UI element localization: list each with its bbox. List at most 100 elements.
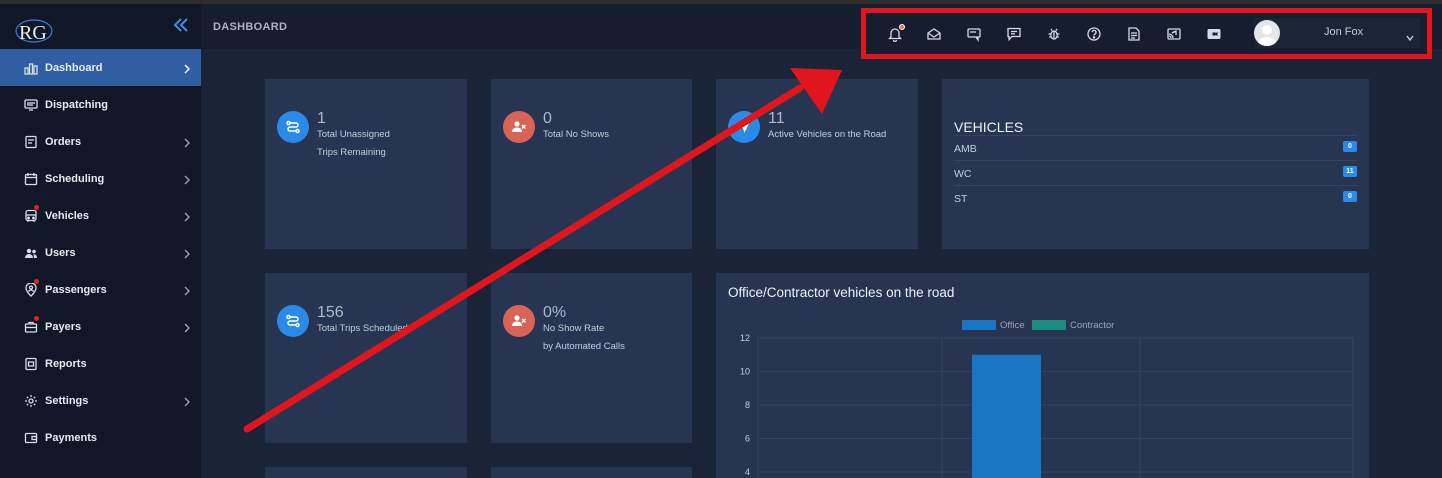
chat-icon[interactable]: [1006, 26, 1022, 42]
stat-sublabel: Trips Remaining: [317, 147, 386, 158]
notification-dot: [34, 316, 39, 321]
sidebar-item-label: Reports: [45, 357, 87, 370]
report-icon: [24, 357, 38, 371]
mail-open-icon[interactable]: [926, 26, 942, 42]
sidebar-item-vehicles[interactable]: Vehicles: [0, 197, 201, 234]
stat-card: 0 Total No Shows: [491, 79, 692, 249]
sidebar: RG Dashboard Dispatching Orders Scheduling V…: [0, 4, 201, 478]
vehicle-type: AMB: [954, 143, 977, 155]
chevron-right-icon: [183, 172, 191, 185]
chevron-down-icon[interactable]: [1406, 29, 1414, 42]
chevron-right-icon: [183, 209, 191, 222]
bar-office[interactable]: [972, 354, 1041, 478]
sidebar-item-settings[interactable]: Settings: [0, 382, 201, 419]
sidebar-item-label: Vehicles: [45, 209, 90, 222]
legend-label: Contractor: [1070, 320, 1114, 331]
vehicle-row: WC 11: [954, 160, 1357, 185]
ticket-icon[interactable]: [966, 26, 982, 43]
legend-swatch-contractor[interactable]: [1032, 320, 1066, 330]
top-header: DASHBOARD Jon Fox: [201, 4, 1442, 59]
briefcase-icon: [24, 320, 38, 334]
page-title: DASHBOARD: [213, 21, 288, 33]
users-icon: [24, 246, 38, 260]
stat-value: 1: [317, 110, 326, 127]
chevron-right-icon: [183, 320, 191, 333]
partial-card: [265, 467, 467, 478]
vehicle-type: WC: [954, 168, 972, 180]
user-menu[interactable]: Jon Fox: [1254, 18, 1420, 48]
route-icon: [277, 305, 309, 337]
stat-label: Active Vehicles on the Road: [768, 129, 887, 140]
stat-card: 11 Active Vehicles on the Road: [716, 79, 918, 249]
stat-card: 1 Total Unassigned Trips Remaining: [265, 79, 467, 249]
stat-value: 0%: [543, 304, 567, 321]
note-icon[interactable]: [1126, 26, 1142, 42]
user-x-icon: [503, 111, 535, 143]
navigation-icon: [728, 111, 760, 143]
stat-label: Total Trips Scheduled: [317, 323, 408, 334]
sidebar-item-passengers[interactable]: Passengers: [0, 271, 201, 308]
bell-icon[interactable]: [887, 24, 905, 43]
sidebar-item-label: Orders: [45, 135, 82, 148]
stat-label: Total No Shows: [543, 129, 610, 140]
vehicle-row: ST 0: [954, 185, 1357, 210]
sidebar-item-users[interactable]: Users: [0, 234, 201, 271]
legend-swatch-office[interactable]: [962, 320, 996, 330]
sidebar-item-scheduling[interactable]: Scheduling: [0, 160, 201, 197]
vehicles-title: VEHICLES: [954, 119, 1024, 135]
vehicle-count-badge: 0: [1343, 141, 1357, 152]
sidebar-item-label: Payers: [45, 320, 82, 333]
notification-dot: [34, 279, 39, 284]
sidebar-item-label: Dashboard: [45, 61, 103, 74]
stat-value: 156: [317, 304, 344, 321]
y-tick-label: 10: [740, 367, 750, 377]
sidebar-item-label: Settings: [45, 394, 89, 407]
vehicles-card: VEHICLES AMB 0 WC 11 ST 0: [942, 79, 1369, 249]
stat-label: No Show Rate: [543, 323, 605, 334]
sidebar-item-payers[interactable]: Payers: [0, 308, 201, 345]
y-tick-label: 6: [745, 434, 750, 444]
notification-dot: [34, 205, 39, 210]
sidebar-item-reports[interactable]: Reports: [0, 345, 201, 382]
chevron-right-icon: [183, 246, 191, 259]
logo[interactable]: RG: [14, 14, 56, 46]
stat-sublabel: by Automated Calls: [543, 341, 625, 352]
vehicle-count-badge: 11: [1343, 166, 1357, 177]
help-icon[interactable]: [1086, 26, 1102, 42]
sidebar-item-label: Payments: [45, 431, 97, 444]
chevron-right-icon: [183, 283, 191, 296]
video-icon[interactable]: [1206, 26, 1222, 42]
vehicles-chart-card: Office/Contractor vehicles on the road O…: [716, 273, 1369, 478]
document-icon: [24, 135, 38, 149]
route-icon: [277, 111, 309, 143]
partial-card: [491, 467, 692, 478]
collapse-sidebar-icon[interactable]: [172, 16, 190, 34]
bus-icon: [24, 209, 38, 223]
sidebar-item-dashboard[interactable]: Dashboard: [0, 49, 201, 86]
user-name: Jon Fox: [1324, 26, 1364, 38]
notification-badge: [899, 24, 905, 30]
sidebar-item-orders[interactable]: Orders: [0, 123, 201, 160]
sidebar-item-payments[interactable]: Payments: [0, 419, 201, 456]
logo-text: RG: [19, 22, 47, 44]
y-tick-label: 12: [740, 333, 750, 343]
stat-card: 0% No Show Rate by Automated Calls: [491, 273, 692, 443]
wallet-icon: [24, 431, 38, 445]
sidebar-item-dispatching[interactable]: Dispatching: [0, 86, 201, 123]
sidebar-item-label: Passengers: [45, 283, 107, 296]
stat-value: 11: [768, 110, 785, 127]
bug-icon[interactable]: [1046, 26, 1062, 42]
y-tick-label: 4: [745, 467, 750, 477]
vehicle-row: AMB 0: [954, 135, 1357, 160]
sidebar-item-label: Scheduling: [45, 172, 105, 185]
vehicle-type: ST: [954, 193, 968, 205]
header-toolbar-highlight: Jon Fox: [861, 8, 1432, 59]
vehicle-count-badge: 0: [1343, 191, 1357, 202]
bar-chart: Office Contractor 12 10 8 6 4: [740, 320, 1354, 478]
calendar-icon: [24, 172, 38, 186]
cast-icon[interactable]: [1166, 26, 1182, 42]
chevron-right-icon: [183, 394, 191, 407]
location-user-icon: [24, 282, 38, 297]
sidebar-nav: Dashboard Dispatching Orders Scheduling Vehi…: [0, 49, 201, 456]
stat-card: 156 Total Trips Scheduled: [265, 273, 467, 443]
